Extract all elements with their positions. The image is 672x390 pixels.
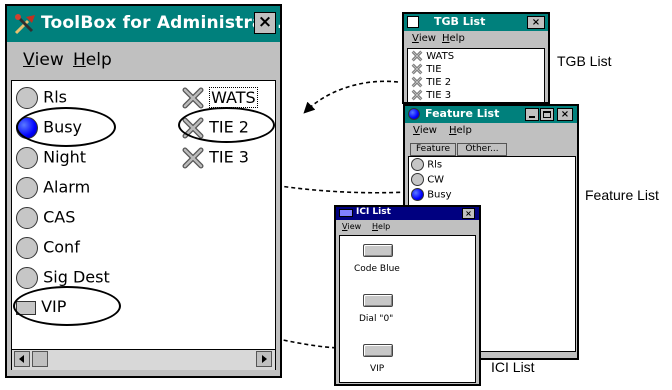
feature-menu-view[interactable]: View: [413, 125, 437, 136]
toolbox-titlebar[interactable]: ToolBox for Administra... ×: [7, 6, 280, 42]
highlight-ellipse-busy: [16, 107, 116, 147]
toolbox-menubar: View Help: [7, 46, 280, 74]
feature-item-cw[interactable]: CW: [411, 173, 444, 186]
feature-close-button[interactable]: ×: [557, 108, 573, 121]
ici-list-window: ICI List × View Help Code Blue Dial "0" …: [334, 205, 481, 386]
tgb-menubar: View Help: [404, 33, 548, 47]
tgb-list-window: TGB List × View Help WATS TIE TIE 2 TIE …: [402, 12, 550, 104]
tgb-app-icon: [407, 16, 419, 28]
ici-titlebar[interactable]: ICI List ×: [336, 207, 479, 220]
close-icon: ×: [531, 17, 541, 28]
ici-app-icon: [339, 209, 353, 217]
minimize-button[interactable]: [525, 108, 539, 121]
toolbox-close-button[interactable]: ×: [254, 12, 276, 34]
feature-titlebar[interactable]: Feature List ×: [405, 106, 577, 123]
feature-item-busy[interactable]: Busy: [411, 188, 452, 201]
status-item-cas[interactable]: CAS: [16, 207, 75, 229]
close-icon: ×: [465, 209, 472, 218]
ici-client: Code Blue Dial "0" VIP: [339, 235, 476, 383]
status-light-icon: [16, 267, 38, 289]
tgb-item-tie-2[interactable]: TIE 2: [411, 76, 451, 88]
menu-help[interactable]: Help: [73, 50, 112, 70]
ici-menubar: View Help: [336, 222, 479, 234]
feature-tab-other[interactable]: Other...: [457, 143, 507, 156]
status-item-conf[interactable]: Conf: [16, 237, 80, 259]
ici-key-vip[interactable]: [363, 344, 393, 357]
highlight-ellipse-tie-2: [178, 107, 275, 143]
status-light-icon: [16, 87, 38, 109]
ici-key-code-blue[interactable]: [363, 244, 393, 257]
tgb-list-caption: TGB List: [557, 53, 612, 69]
status-light-icon: [16, 177, 38, 199]
status-light-icon: [16, 147, 38, 169]
toolbox-hscrollbar[interactable]: [12, 349, 275, 370]
toolbox-app-icon: [14, 14, 35, 35]
ici-key-label-code-blue: Code Blue: [354, 264, 400, 274]
trunk-x-icon: [182, 147, 204, 169]
scroll-left-arrow-icon[interactable]: [14, 351, 30, 367]
trunk-item-tie-3[interactable]: TIE 3: [182, 147, 249, 169]
tgb-title: TGB List: [434, 15, 486, 28]
maximize-button[interactable]: [540, 108, 554, 121]
feature-menubar: View Help: [405, 125, 577, 139]
tgb-close-button[interactable]: ×: [527, 16, 545, 29]
feature-list-caption: Feature List: [585, 187, 659, 203]
maximize-icon: [543, 111, 551, 118]
tgb-titlebar[interactable]: TGB List ×: [404, 14, 548, 31]
ici-list-caption: ICI List: [491, 359, 535, 375]
ici-title: ICI List: [356, 207, 391, 217]
tgb-item-tie-3[interactable]: TIE 3: [411, 89, 451, 101]
trunk-x-icon: [411, 63, 423, 75]
trunk-x-icon: [411, 50, 423, 62]
menu-view[interactable]: View: [23, 50, 64, 70]
tgb-item-wats[interactable]: WATS: [411, 50, 454, 62]
feature-title: Feature List: [425, 107, 500, 120]
ici-key-label-dial-0: Dial "0": [359, 314, 394, 324]
close-icon: ×: [257, 12, 273, 32]
status-item-night[interactable]: Night: [16, 147, 86, 169]
feature-light-icon: [411, 158, 424, 171]
feature-item-rls[interactable]: Rls: [411, 158, 442, 171]
ici-key-label-vip: VIP: [370, 364, 385, 374]
trunk-x-icon: [182, 87, 204, 109]
highlight-ellipse-vip: [13, 286, 121, 326]
ici-menu-view[interactable]: View: [342, 222, 361, 231]
trunk-item-wats[interactable]: WATS: [182, 86, 258, 109]
arrow-tgb-to-trunks: [303, 80, 399, 114]
tgb-client: WATS TIE TIE 2 TIE 3: [407, 48, 545, 102]
status-light-icon: [16, 237, 38, 259]
tgb-item-tie[interactable]: TIE: [411, 63, 442, 75]
trunk-x-icon: [411, 89, 423, 101]
ici-key-dial-0[interactable]: [363, 294, 393, 307]
feature-light-on-icon: [411, 188, 424, 201]
feature-app-icon: [408, 108, 420, 120]
status-item-alarm[interactable]: Alarm: [16, 177, 90, 199]
status-item-rls[interactable]: Rls: [16, 87, 67, 109]
feature-menu-help[interactable]: Help: [449, 125, 472, 136]
tgb-menu-help[interactable]: Help: [442, 33, 465, 44]
toolbox-title: ToolBox for Administra...: [41, 13, 280, 33]
ici-menu-help[interactable]: Help: [372, 222, 390, 231]
trunk-x-icon: [411, 76, 423, 88]
scroll-right-arrow-icon[interactable]: [256, 351, 272, 367]
feature-light-icon: [411, 173, 424, 186]
minimize-icon: [529, 116, 535, 118]
feature-tab-feature[interactable]: Feature: [410, 143, 456, 156]
tgb-menu-view[interactable]: View: [412, 33, 436, 44]
status-light-icon: [16, 207, 38, 229]
ici-close-button[interactable]: ×: [462, 208, 475, 219]
close-icon: ×: [560, 109, 570, 120]
scroll-thumb[interactable]: [32, 351, 48, 367]
